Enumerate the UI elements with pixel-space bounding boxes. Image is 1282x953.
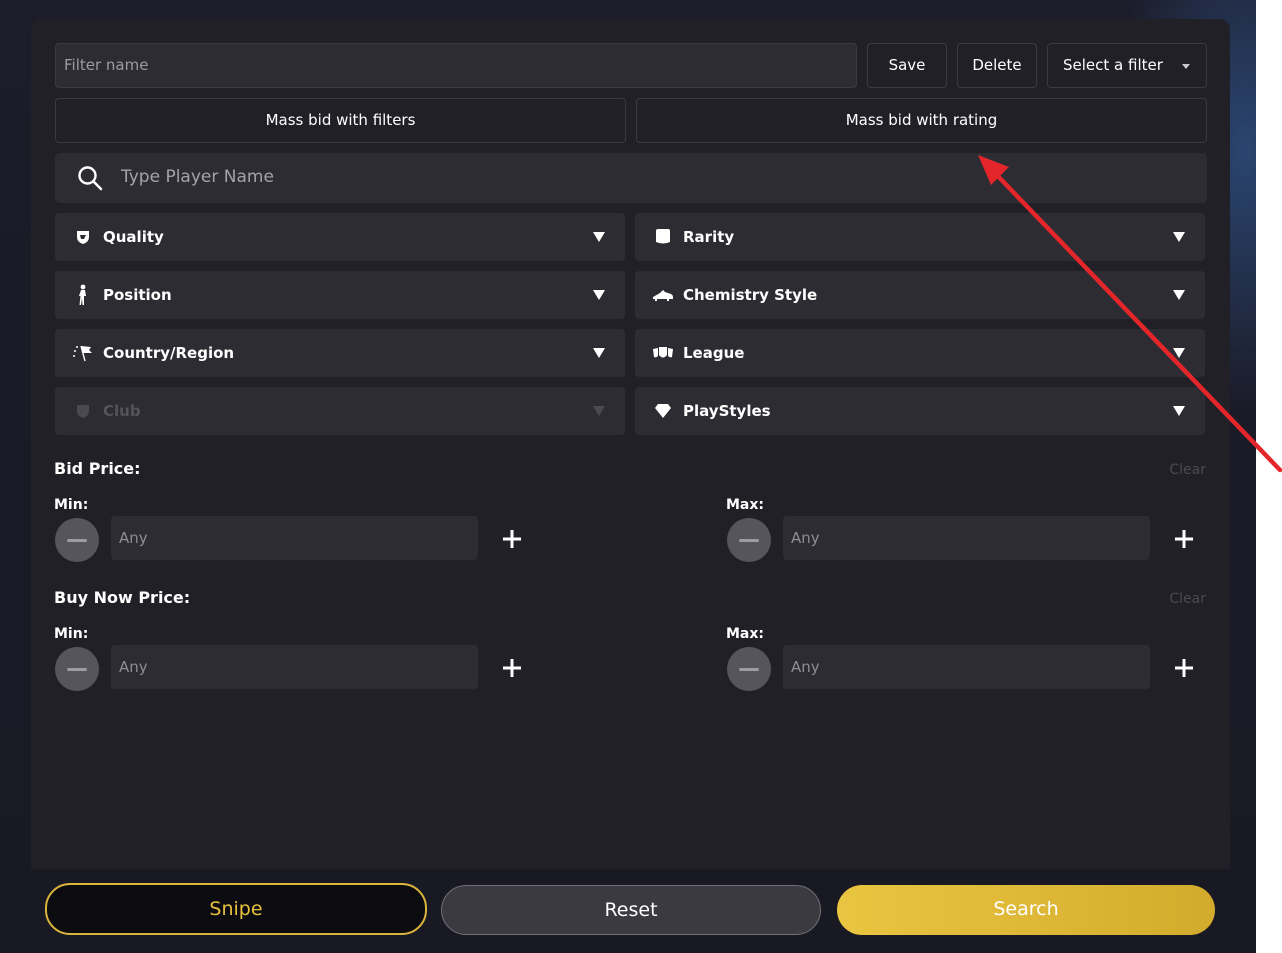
- annotation-arrow: [978, 155, 1282, 473]
